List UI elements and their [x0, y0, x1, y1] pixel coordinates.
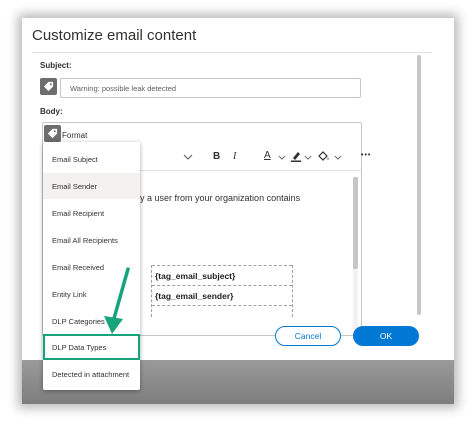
tag-cell: [152, 305, 292, 317]
tag-cell: {tag_email_sender}: [152, 285, 292, 305]
body-tag-button[interactable]: [44, 125, 61, 142]
fill-color-icon[interactable]: [317, 150, 330, 162]
subject-tag-button[interactable]: [40, 78, 57, 95]
bold-button[interactable]: B: [213, 151, 220, 162]
tag-cell: {tag_email_subject}: [152, 265, 292, 285]
dropdown-item-email-all-recipients[interactable]: Email All Recipients: [43, 227, 140, 253]
cancel-button[interactable]: Cancel: [275, 326, 341, 346]
dropdown-item-email-sender[interactable]: Email Sender: [43, 173, 140, 199]
subject-input[interactable]: Warning: possible leak detected: [60, 78, 361, 98]
tag-icon: [47, 128, 58, 139]
dialog-scrollbar[interactable]: [417, 55, 421, 315]
dialog-title: Customize email content: [32, 27, 197, 44]
body-label: Body:: [40, 107, 63, 116]
highlighter-chevron-down-icon[interactable]: [304, 155, 312, 160]
format-label: Format: [62, 131, 88, 140]
editor-scrollbar-thumb[interactable]: [353, 177, 358, 269]
italic-button[interactable]: I: [233, 151, 236, 162]
tag-table[interactable]: {tag_email_subject} {tag_email_sender}: [151, 265, 293, 317]
dropdown-item-detected-in-attachment[interactable]: Detected in attachment: [43, 361, 140, 387]
dropdown-item-email-recipient[interactable]: Email Recipient: [43, 200, 140, 226]
highlighter-icon[interactable]: [290, 150, 302, 162]
tag-icon: [43, 81, 54, 92]
font-color-button[interactable]: A: [264, 150, 271, 161]
title-divider: [32, 52, 432, 53]
ok-button[interactable]: OK: [353, 326, 419, 346]
subject-label: Subject:: [40, 61, 72, 70]
body-text[interactable]: nt by a user from your organization cont…: [125, 193, 300, 203]
fill-color-chevron-down-icon[interactable]: [334, 155, 342, 160]
font-color-chevron-down-icon[interactable]: [278, 155, 286, 160]
more-options-button[interactable]: •••: [361, 152, 371, 159]
dropdown-item-email-subject[interactable]: Email Subject: [43, 146, 140, 172]
green-arrow-icon: [104, 267, 130, 334]
font-size-chevron-down-icon[interactable]: [183, 154, 193, 160]
